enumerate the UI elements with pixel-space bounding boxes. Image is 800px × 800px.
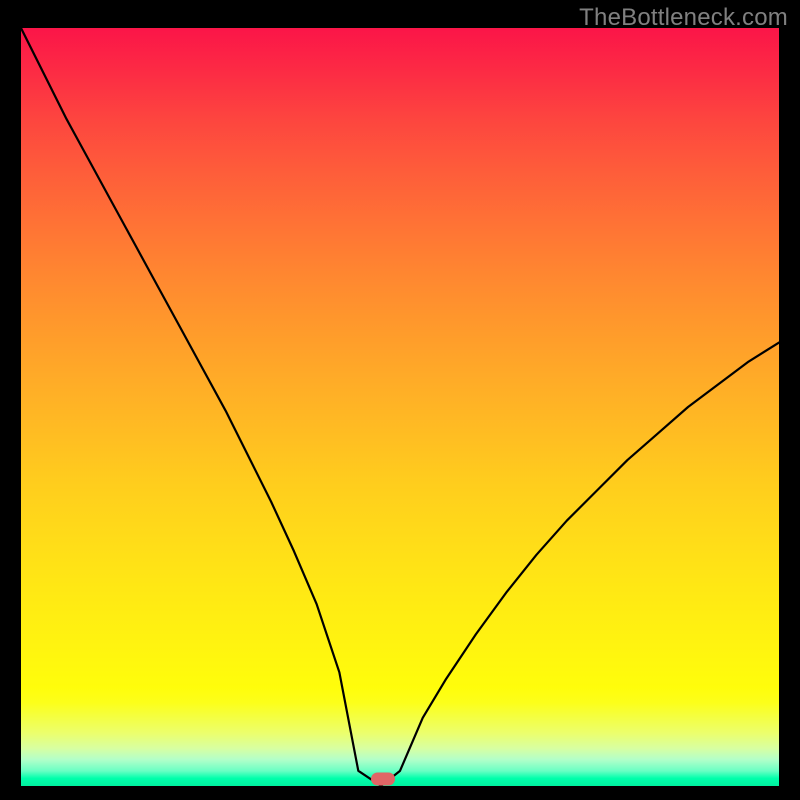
curve-svg — [21, 28, 779, 786]
plot-area — [21, 28, 779, 786]
bottleneck-curve — [21, 28, 779, 786]
optimum-marker — [371, 773, 395, 786]
chart-frame: TheBottleneck.com — [0, 0, 800, 800]
